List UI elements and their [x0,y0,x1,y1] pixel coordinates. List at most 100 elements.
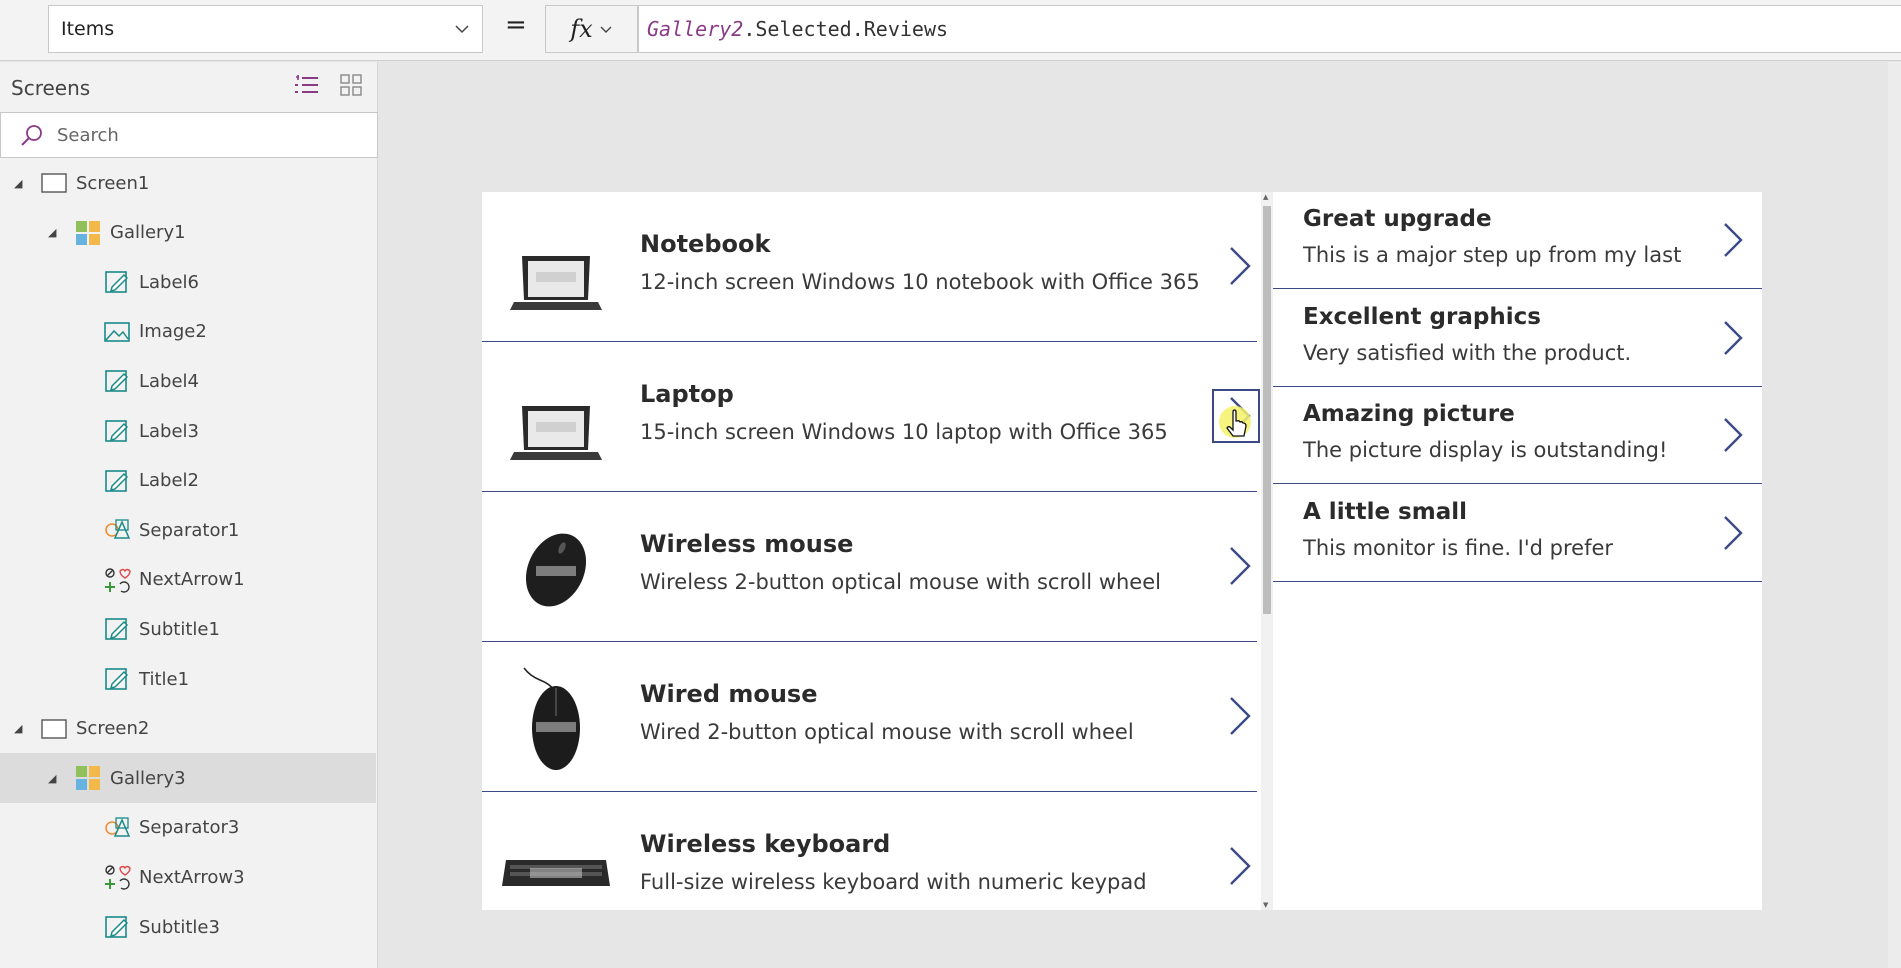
review-item[interactable]: Excellent graphics Very satisfied with th… [1273,290,1762,387]
formula-expression: .Selected.Reviews [743,17,949,41]
product-title: Notebook [640,230,771,258]
search-icon [21,125,42,146]
review-title: Great upgrade [1303,206,1492,232]
property-dropdown[interactable]: Items [48,5,483,53]
formula-bar: Items = fx Gallery2 .Selected.Reviews [0,0,1901,61]
label-icon [103,467,131,495]
next-arrow-icon[interactable] [1721,220,1745,260]
screen-icon [40,715,68,743]
tree-node-label: NextArrow3 [139,866,245,888]
tree-node-label: Subtitle1 [139,618,220,640]
mouse-image [500,514,612,624]
app-canvas: Notebook 12-inch screen Windows 10 notebo… [482,192,1762,910]
next-arrow-icon[interactable] [1227,844,1253,888]
product-gallery[interactable]: Notebook 12-inch screen Windows 10 notebo… [482,192,1262,910]
property-name: Items [61,18,115,40]
tree-node-separator1[interactable]: Separator1 [0,505,376,555]
scroll-down-icon[interactable]: ▼ [1263,901,1268,909]
separator-icon [103,516,131,544]
product-item[interactable]: Laptop 15-inch screen Windows 10 laptop w… [482,342,1257,492]
expand-caret-icon[interactable]: ◢ [48,772,56,785]
tree-node-label: Screen1 [76,172,150,194]
product-item[interactable]: Wireless mouse Wireless 2-button optical … [482,492,1257,642]
hand-cursor-icon [1219,406,1251,438]
keyboard-image [500,814,612,910]
tree-node-title1[interactable]: Title1 [0,654,376,704]
canvas-scrollbar[interactable] [1888,62,1901,968]
expand-caret-icon[interactable]: ◢ [48,226,56,239]
review-item[interactable]: Amazing picture The picture display is ou… [1273,387,1762,484]
tree-node-label: NextArrow1 [139,569,245,591]
review-subtitle: The picture display is outstanding! [1303,438,1668,462]
product-title: Wireless mouse [640,530,854,558]
tree-node-screen2[interactable]: ◢ Screen2 [0,704,376,754]
next-arrow-icon[interactable] [1721,513,1745,553]
equals-sign: = [505,10,527,40]
product-subtitle: 15-inch screen Windows 10 laptop with Of… [640,420,1168,444]
product-item[interactable]: Wireless keyboard Full-size wireless keyb… [482,792,1257,910]
label-icon [103,268,131,296]
review-title: A little small [1303,498,1467,525]
gallery-scrollbar[interactable]: ▲ ▼ [1261,192,1273,910]
label-icon [103,367,131,395]
product-item[interactable]: Wired mouse Wired 2-button optical mouse … [482,642,1257,792]
tree-node-nextarrow1[interactable]: NextArrow1 [0,555,376,605]
review-item[interactable]: A little small This monitor is fine. I'd … [1273,485,1762,582]
next-arrow-icon[interactable] [1721,415,1745,455]
product-item[interactable]: Notebook 12-inch screen Windows 10 notebo… [482,192,1257,342]
tree-node-subtitle1[interactable]: Subtitle1 [0,604,376,654]
next-arrow-icon[interactable] [1721,318,1745,358]
product-subtitle: Wired 2-button optical mouse with scroll… [640,720,1134,744]
icon-icon [103,863,131,891]
review-title: Excellent graphics [1303,303,1541,330]
tree-node-label4[interactable]: Label4 [0,356,376,406]
tree-node-gallery3[interactable]: ◢ Gallery3 [0,753,376,804]
gallery-icon [74,219,102,247]
scroll-up-icon[interactable]: ▲ [1263,193,1268,201]
chevron-down-icon [600,26,612,33]
tree-node-label: Label3 [139,420,200,442]
icon-icon [103,566,131,594]
review-subtitle: This is a major step up from my last [1303,243,1682,267]
formula-input[interactable]: Gallery2 .Selected.Reviews [638,5,1901,53]
next-arrow-icon[interactable] [1227,544,1253,588]
expand-caret-icon[interactable]: ◢ [14,177,22,190]
tree-node-label3[interactable]: Label3 [0,406,376,456]
review-item[interactable]: Great upgrade This is a major step up fro… [1273,192,1762,289]
tree-search-input[interactable]: Search [0,112,378,158]
formula-reference: Gallery2 [647,17,744,41]
scrollbar-thumb[interactable] [1263,206,1271,614]
tree-node-screen1[interactable]: ◢ Screen1 [0,158,376,208]
tree-node-separator3[interactable]: Separator3 [0,803,376,853]
tree-node-label2[interactable]: Label2 [0,456,376,506]
wired-mouse-image [500,664,612,774]
tree-node-image2[interactable]: Image2 [0,307,376,357]
tree-node-nextarrow3[interactable]: NextArrow3 [0,852,376,902]
tree-node-label: Screen2 [76,718,150,740]
next-arrow-icon[interactable] [1227,244,1253,288]
review-subtitle: This monitor is fine. I'd prefer [1303,535,1614,560]
laptop-image [500,214,612,324]
tree-view-panel: Screens Search ◢ Screen1 ◢ Gallery1 Label6 Im… [0,62,378,968]
tree-node-label6[interactable]: Label6 [0,257,376,307]
product-title: Wired mouse [640,680,818,708]
expand-caret-icon[interactable]: ◢ [14,722,22,735]
tree-node-gallery1[interactable]: ◢ Gallery1 [0,208,376,258]
tree-node-label: Separator1 [139,519,240,541]
fx-button[interactable]: fx [545,5,638,53]
chevron-down-icon [455,25,469,34]
review-gallery[interactable]: Great upgrade This is a major step up fro… [1273,192,1762,910]
laptop-image [500,364,612,474]
tree-node-label: Label6 [139,271,200,293]
tree-list-icon[interactable] [292,73,320,99]
product-subtitle: 12-inch screen Windows 10 notebook with … [640,270,1200,294]
label-icon [103,615,131,643]
label-icon [103,665,131,693]
next-arrow-icon[interactable] [1227,694,1253,738]
thumbnail-grid-icon[interactable] [339,73,363,97]
tree-node-subtitle3[interactable]: Subtitle3 [0,902,376,952]
review-title: Amazing picture [1303,401,1515,427]
tree-title: Screens [11,76,91,100]
gallery-icon [74,764,102,792]
review-subtitle: Very satisfied with the product. [1303,340,1632,365]
